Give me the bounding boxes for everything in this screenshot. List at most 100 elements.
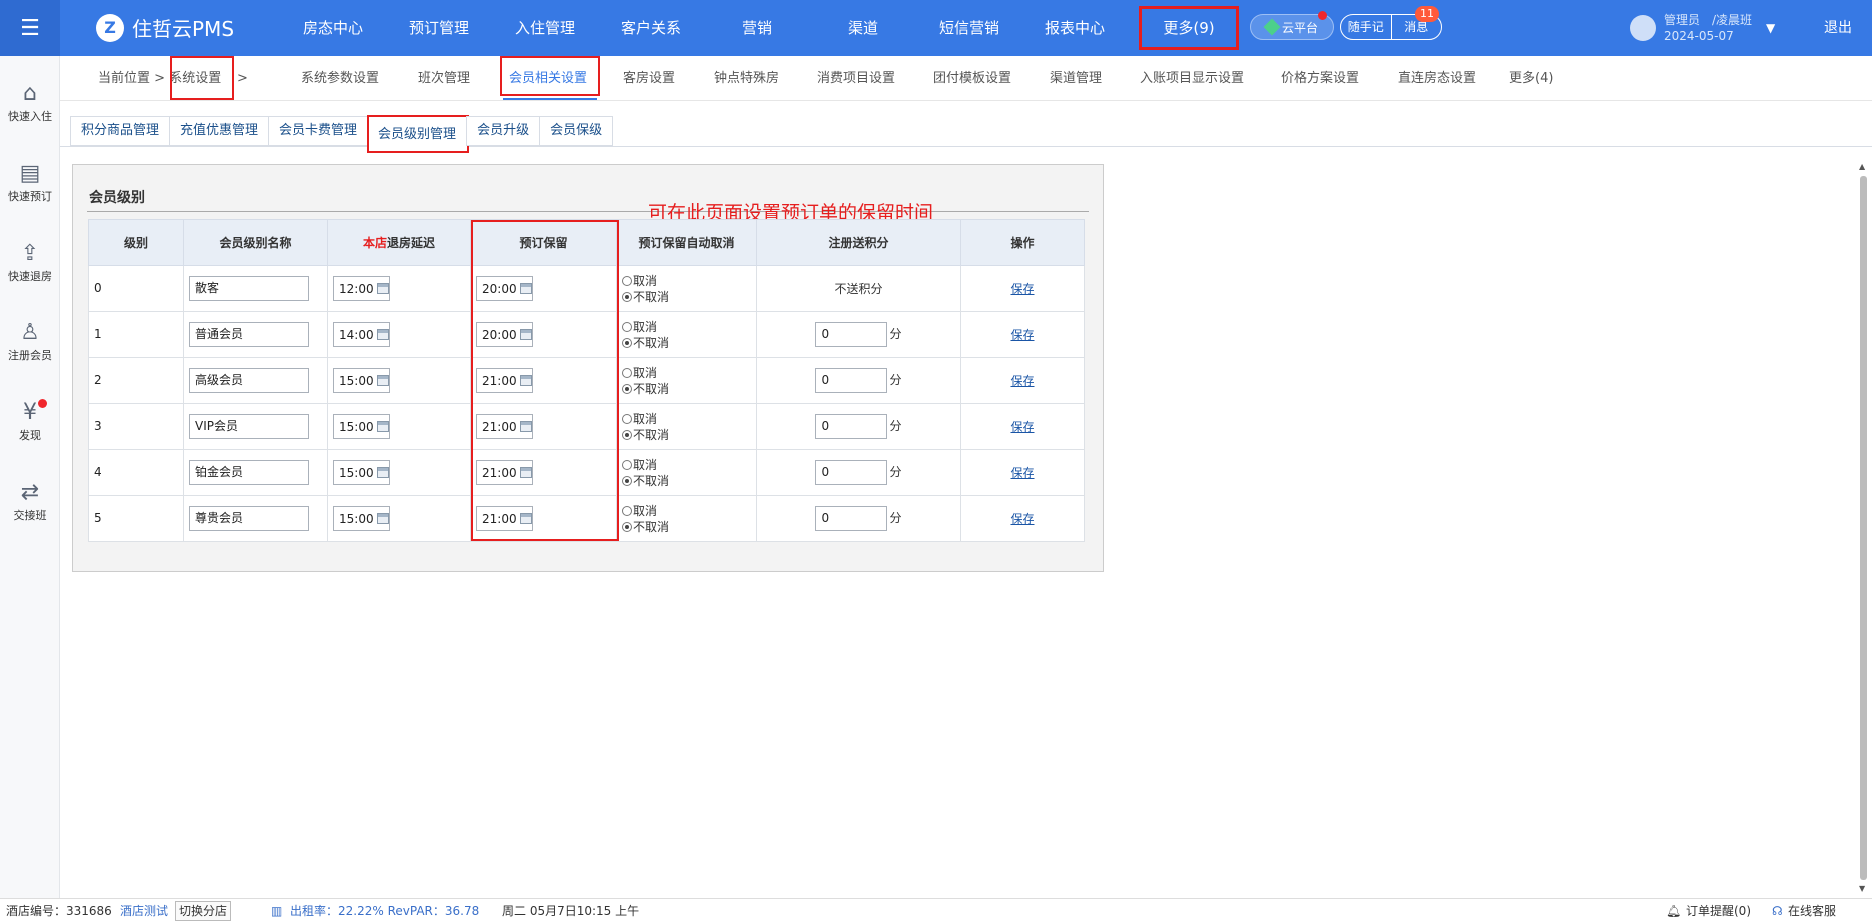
radio-no-cancel-option[interactable]: 不取消: [622, 335, 756, 351]
radio-no-cancel-option[interactable]: 不取消: [622, 289, 756, 305]
radio-no-cancel[interactable]: [622, 383, 632, 394]
nav-channels[interactable]: 渠道: [810, 0, 916, 56]
sidebar-item-quick-booking[interactable]: ▤ 快速预订: [0, 160, 60, 204]
radio-cancel-option[interactable]: 取消: [622, 365, 756, 381]
hotel-name[interactable]: 酒店测试: [120, 899, 168, 923]
calendar-icon[interactable]: [376, 329, 389, 340]
scroll-thumb[interactable]: [1860, 176, 1867, 880]
switch-branch-button[interactable]: 切换分店: [175, 901, 232, 921]
points-input[interactable]: 0: [815, 414, 888, 439]
checkout-delay-input[interactable]: 14:00: [333, 322, 390, 347]
calendar-icon[interactable]: [376, 467, 389, 478]
level-name-input[interactable]: 铂金会员: [189, 460, 309, 485]
tab-member-settings[interactable]: 会员相关设置: [509, 56, 587, 101]
nav-reservations[interactable]: 预订管理: [386, 0, 492, 56]
tab-member-upgrade[interactable]: 会员升级: [466, 116, 540, 146]
scrollbar[interactable]: ▲ ▼: [1858, 160, 1868, 894]
calendar-icon[interactable]: [376, 283, 389, 294]
tab-room-settings[interactable]: 客房设置: [623, 56, 675, 101]
radio-no-cancel[interactable]: [622, 429, 632, 440]
calendar-icon[interactable]: [519, 283, 532, 294]
calendar-icon[interactable]: [376, 421, 389, 432]
radio-no-cancel[interactable]: [622, 521, 632, 532]
calendar-icon[interactable]: [519, 467, 532, 478]
scroll-up-icon[interactable]: ▲: [1859, 162, 1865, 171]
booking-hold-input[interactable]: 21:00: [476, 460, 533, 485]
tab-price-plans[interactable]: 价格方案设置: [1281, 56, 1359, 101]
tab-consumption-items[interactable]: 消费项目设置: [817, 56, 895, 101]
save-link[interactable]: 保存: [1010, 512, 1034, 526]
radio-cancel-option[interactable]: 取消: [622, 273, 756, 289]
sidebar-item-shift-handover[interactable]: ⇄ 交接班: [0, 479, 60, 523]
save-link[interactable]: 保存: [1010, 466, 1034, 480]
calendar-icon[interactable]: [519, 513, 532, 524]
radio-no-cancel[interactable]: [622, 337, 632, 348]
sidebar-item-register-member[interactable]: ♙ 注册会员: [0, 319, 60, 363]
nav-sms[interactable]: 短信营销: [916, 0, 1022, 56]
nav-reports[interactable]: 报表中心: [1022, 0, 1128, 56]
tab-shifts[interactable]: 班次管理: [418, 56, 470, 101]
radio-cancel[interactable]: [622, 275, 632, 286]
save-link[interactable]: 保存: [1010, 374, 1034, 388]
save-link[interactable]: 保存: [1010, 282, 1034, 296]
radio-no-cancel[interactable]: [622, 475, 632, 486]
radio-cancel[interactable]: [622, 459, 632, 470]
radio-cancel-option[interactable]: 取消: [622, 411, 756, 427]
tab-channel-management[interactable]: 渠道管理: [1050, 56, 1102, 101]
calendar-icon[interactable]: [519, 329, 532, 340]
scroll-down-icon[interactable]: ▼: [1859, 884, 1865, 893]
radio-no-cancel[interactable]: [622, 291, 632, 302]
tab-posting-display[interactable]: 入账项目显示设置: [1140, 56, 1244, 101]
level-name-input[interactable]: VIP会员: [189, 414, 309, 439]
tab-points-goods[interactable]: 积分商品管理: [70, 116, 170, 146]
checkout-delay-input[interactable]: 15:00: [333, 414, 390, 439]
radio-no-cancel-option[interactable]: 不取消: [622, 473, 756, 489]
radio-cancel[interactable]: [622, 367, 632, 378]
tab-direct-room-status[interactable]: 直连房态设置: [1398, 56, 1476, 101]
tab-recharge-offers[interactable]: 充值优惠管理: [169, 116, 269, 146]
points-input[interactable]: 0: [815, 368, 888, 393]
nav-more-button[interactable]: 更多(9): [1139, 6, 1239, 50]
save-link[interactable]: 保存: [1010, 420, 1034, 434]
level-name-input[interactable]: 高级会员: [189, 368, 309, 393]
nav-marketing[interactable]: 营销: [704, 0, 810, 56]
save-link[interactable]: 保存: [1010, 328, 1034, 342]
level-name-input[interactable]: 普通会员: [189, 322, 309, 347]
radio-no-cancel-option[interactable]: 不取消: [622, 427, 756, 443]
tab-system-params[interactable]: 系统参数设置: [301, 56, 379, 101]
calendar-icon[interactable]: [519, 375, 532, 386]
points-input[interactable]: 0: [815, 322, 888, 347]
caret-down-icon[interactable]: ▼: [1766, 21, 1775, 35]
checkout-delay-input[interactable]: 15:00: [333, 368, 390, 393]
checkout-delay-input[interactable]: 12:00: [333, 276, 390, 301]
booking-hold-input[interactable]: 21:00: [476, 368, 533, 393]
booking-hold-input[interactable]: 20:00: [476, 322, 533, 347]
online-service-button[interactable]: 在线客服: [1788, 899, 1836, 923]
radio-cancel[interactable]: [622, 321, 632, 332]
sidebar-item-quick-checkin[interactable]: ⌂ 快速入住: [0, 80, 60, 124]
sidebar-item-quick-checkout[interactable]: ⇪ 快速退房: [0, 240, 60, 284]
calendar-icon[interactable]: [376, 375, 389, 386]
order-remind-button[interactable]: 订单提醒(0): [1686, 899, 1751, 923]
logout-button[interactable]: 退出: [1824, 0, 1852, 56]
calendar-icon[interactable]: [376, 513, 389, 524]
tab-more[interactable]: 更多(4): [1509, 56, 1553, 101]
nav-customers[interactable]: 客户关系: [598, 0, 704, 56]
tab-group-pay-template[interactable]: 团付模板设置: [933, 56, 1011, 101]
checkout-delay-input[interactable]: 15:00: [333, 506, 390, 531]
radio-cancel-option[interactable]: 取消: [622, 319, 756, 335]
radio-cancel[interactable]: [622, 413, 632, 424]
user-menu[interactable]: 管理员 /凌晨班 2024-05-07 ▼: [1630, 12, 1775, 44]
points-input[interactable]: 0: [815, 460, 888, 485]
radio-no-cancel-option[interactable]: 不取消: [622, 519, 756, 535]
nav-room-status[interactable]: 房态中心: [280, 0, 386, 56]
radio-cancel-option[interactable]: 取消: [622, 503, 756, 519]
tab-card-fees[interactable]: 会员卡费管理: [268, 116, 368, 146]
points-input[interactable]: 0: [815, 506, 888, 531]
level-name-input[interactable]: 尊贵会员: [189, 506, 309, 531]
booking-hold-input[interactable]: 20:00: [476, 276, 533, 301]
sidebar-item-discover[interactable]: ¥ 发现: [0, 399, 60, 443]
checkout-delay-input[interactable]: 15:00: [333, 460, 390, 485]
tab-hourly-rooms[interactable]: 钟点特殊房: [714, 56, 779, 101]
tab-member-retention[interactable]: 会员保级: [539, 116, 614, 146]
